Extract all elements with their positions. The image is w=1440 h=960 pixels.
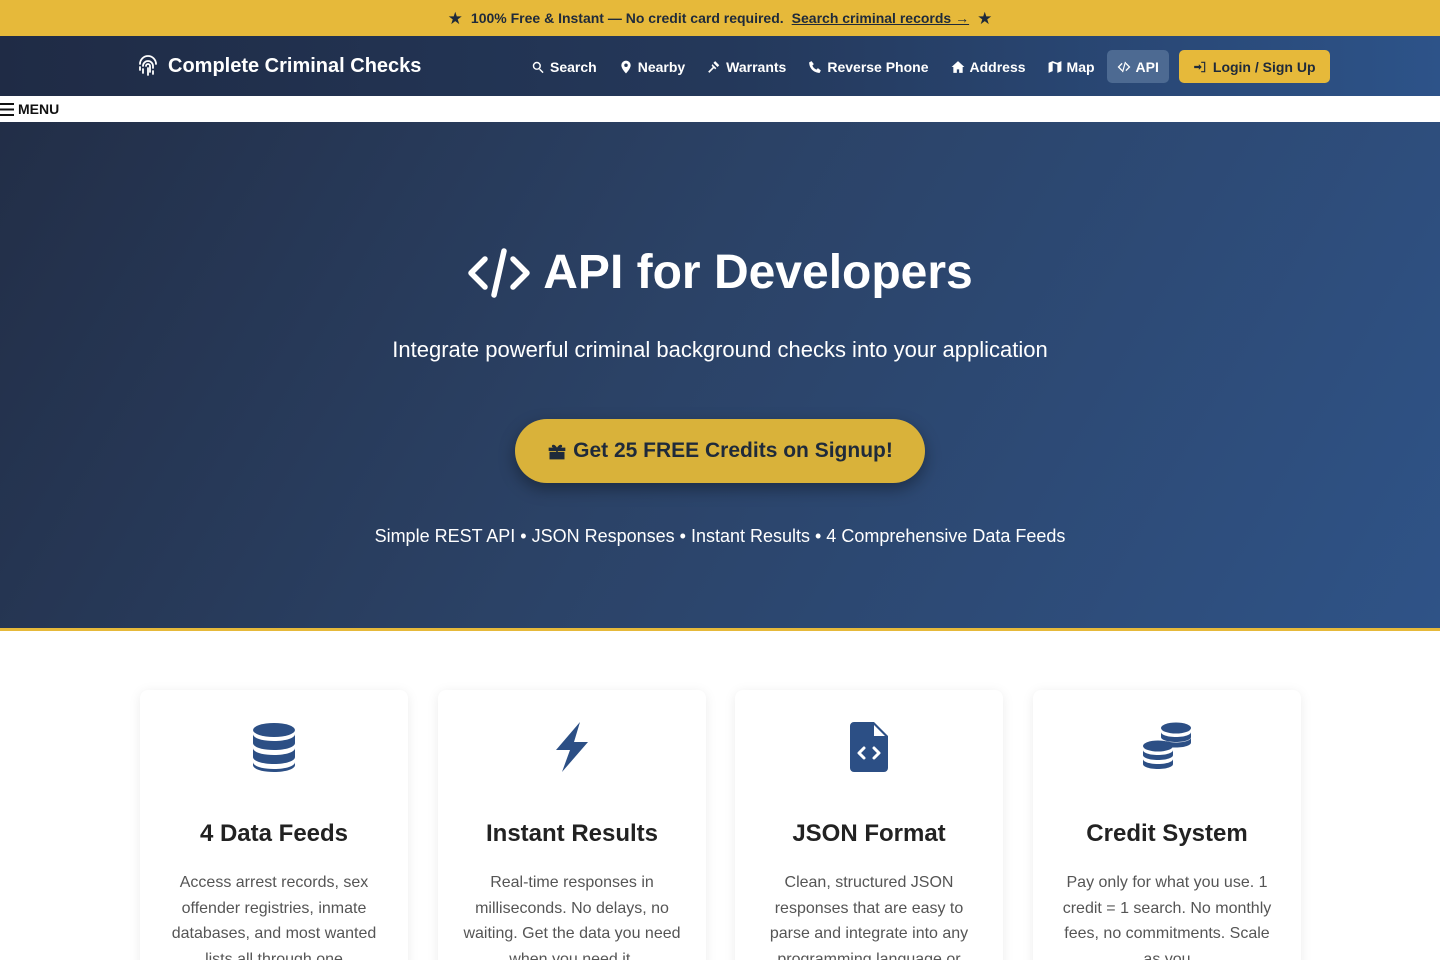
card-title: 4 Data Feeds (199, 820, 349, 847)
announcement-bar: ★ 100% Free & Instant — No credit card r… (0, 0, 1440, 36)
search-records-link[interactable]: Search criminal records → (792, 10, 969, 26)
menu-strip: MENU (0, 96, 1440, 122)
nav-map[interactable]: Map (1038, 50, 1105, 83)
hamburger-icon (0, 102, 14, 116)
card-text: Clean, structured JSON responses that ar… (769, 874, 969, 960)
hero-divider (0, 628, 1440, 631)
hero-title-text: API for Developers (543, 246, 973, 299)
nav-warrants-label: Warrants (726, 58, 787, 75)
brand-logo[interactable]: Complete Criminal Checks (136, 54, 421, 78)
gift-icon (548, 444, 566, 460)
menu-label: MENU (18, 101, 60, 117)
gavel-icon (708, 60, 720, 73)
hero-subtitle: Integrate powerful criminal background c… (392, 337, 1048, 362)
phone-icon (809, 60, 822, 73)
nav-address[interactable]: Address (941, 50, 1036, 83)
bolt-icon (556, 722, 588, 772)
code-icon (468, 247, 531, 298)
top-navbar: Complete Criminal Checks Search Nearby W… (0, 36, 1440, 96)
nav-warrants[interactable]: Warrants (697, 50, 796, 83)
nav-address-label: Address (969, 58, 1026, 75)
hero-section: API for Developers Integrate powerful cr… (0, 122, 1440, 628)
search-icon (532, 61, 544, 73)
hero-features: Simple REST API • JSON Responses • Insta… (374, 526, 1066, 546)
nav-search-label: Search (550, 58, 597, 75)
hero-title: API for Developers (0, 245, 1440, 300)
card-title: JSON Format (792, 820, 946, 847)
login-signup-button[interactable]: Login / Sign Up (1178, 50, 1330, 83)
nav-reverse-phone[interactable]: Reverse Phone (798, 50, 938, 83)
coins-icon (1143, 722, 1191, 769)
star-icon: ★ (977, 8, 993, 28)
free-credits-label: Get 25 FREE Credits on Signup! (573, 439, 893, 462)
map-icon (1048, 60, 1061, 73)
card-title: Instant Results (485, 820, 659, 847)
star-icon: ★ (447, 8, 463, 28)
feature-card-data-feeds: 4 Data Feeds Access arrest records, sex … (140, 690, 408, 960)
card-text: Access arrest records, sex offender regi… (171, 874, 377, 960)
brand-name: Complete Criminal Checks (168, 54, 422, 77)
menu-button[interactable]: MENU (0, 101, 59, 117)
login-signup-label: Login / Sign Up (1212, 58, 1316, 75)
nav-api[interactable]: API (1106, 50, 1169, 83)
home-icon (951, 60, 964, 73)
nav-nearby-label: Nearby (637, 58, 686, 75)
file-code-icon (850, 722, 888, 772)
sign-in-icon (1194, 61, 1206, 72)
nav-links: Search Nearby Warrants Reverse Phone Add… (521, 50, 1330, 83)
feature-card-json-format: JSON Format Clean, structured JSON respo… (735, 690, 1003, 960)
nav-api-label: API (1135, 58, 1159, 75)
code-icon (1117, 61, 1130, 72)
nav-search[interactable]: Search (521, 50, 607, 83)
free-credits-button[interactable]: Get 25 FREE Credits on Signup! (515, 419, 925, 483)
card-title: Credit System (1086, 820, 1248, 847)
nav-nearby[interactable]: Nearby (609, 50, 695, 83)
map-pin-icon (621, 60, 631, 73)
feature-card-instant-results: Instant Results Real-time responses in m… (438, 690, 706, 960)
nav-reverse-phone-label: Reverse Phone (827, 58, 929, 75)
announcement-text: 100% Free & Instant — No credit card req… (470, 10, 784, 26)
card-text: Real-time responses in milliseconds. No … (463, 874, 681, 960)
feature-card-credit-system: Credit System Pay only for what you use.… (1033, 690, 1301, 960)
fingerprint-icon (139, 55, 157, 76)
nav-map-label: Map (1066, 58, 1095, 75)
database-icon (253, 723, 295, 772)
card-text: Pay only for what you use. 1 credit = 1 … (1062, 874, 1272, 960)
